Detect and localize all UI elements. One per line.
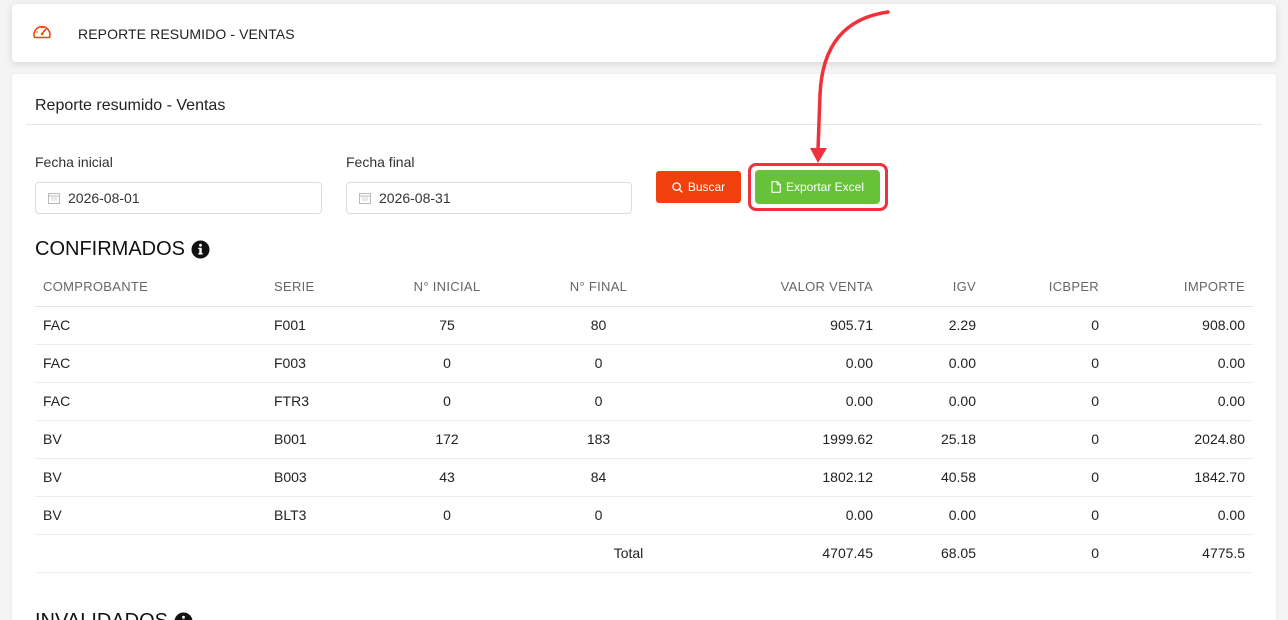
search-button-label: Buscar	[687, 180, 726, 194]
info-icon[interactable]	[174, 612, 193, 620]
start-date-input[interactable]: 2026-08-01	[35, 182, 322, 214]
table-cell: BV	[35, 420, 266, 459]
table-cell: 0	[984, 382, 1107, 421]
info-icon[interactable]	[191, 240, 210, 259]
end-date-value: 2026-08-31	[379, 190, 451, 206]
calendar-icon	[48, 193, 60, 204]
table-cell: 80	[510, 306, 687, 345]
table-cell: 0.00	[881, 496, 984, 535]
start-date-value: 2026-08-01	[68, 190, 140, 206]
table-row: FAC F001 75 80 905.71 2.29 0 908.00	[35, 306, 1253, 345]
table-cell: 43	[384, 458, 510, 497]
table-cell: BLT3	[266, 496, 384, 535]
invalidated-section-title: INVALIDADOS	[35, 610, 193, 620]
table-cell: BV	[35, 458, 266, 497]
confirmed-section-title: CONFIRMADOS	[35, 238, 210, 261]
table-cell: 0.00	[881, 382, 984, 421]
end-date-label: Fecha final	[346, 154, 415, 170]
column-header: VALOR VENTA	[687, 268, 881, 307]
total-valor-venta: 4707.45	[687, 534, 881, 573]
table-row: BV B003 43 84 1802.12 40.58 0 1842.70	[35, 458, 1253, 497]
table-cell: FAC	[35, 382, 266, 421]
table-cell: 183	[510, 420, 687, 459]
column-header: COMPROBANTE	[35, 268, 266, 307]
table-cell: FTR3	[266, 382, 384, 421]
table-header-row: COMPROBANTE SERIE N° INICIAL N° FINAL VA…	[35, 268, 1253, 307]
start-date-label: Fecha inicial	[35, 154, 113, 170]
table-cell: 0	[510, 496, 687, 535]
card-title: Reporte resumido - Ventas	[35, 97, 226, 114]
search-icon	[672, 181, 683, 193]
report-card: Reporte resumido - Ventas Fecha inicial …	[12, 74, 1276, 620]
table-cell: 1802.12	[687, 458, 881, 497]
total-label: Total	[510, 534, 687, 573]
export-excel-label: Exportar Excel	[785, 180, 865, 194]
table-cell: 172	[384, 420, 510, 459]
dashboard-gauge-icon	[33, 25, 51, 39]
table-cell: 0	[510, 382, 687, 421]
table-cell: 2024.80	[1107, 420, 1253, 459]
table-row: FAC FTR3 0 0 0.00 0.00 0 0.00	[35, 382, 1253, 421]
page-header: REPORTE RESUMIDO - VENTAS	[12, 4, 1276, 62]
table-cell: 0	[984, 420, 1107, 459]
table-cell: FAC	[35, 306, 266, 345]
table-row: BV BLT3 0 0 0.00 0.00 0 0.00	[35, 496, 1253, 535]
card-divider	[26, 124, 1262, 125]
page-header-title: REPORTE RESUMIDO - VENTAS	[78, 26, 295, 42]
column-header: IMPORTE	[1107, 268, 1253, 307]
total-importe: 4775.5	[1107, 534, 1253, 573]
table-cell: 0.00	[1107, 344, 1253, 383]
table-cell: 0.00	[1107, 382, 1253, 421]
table-cell: 40.58	[881, 458, 984, 497]
total-igv: 68.05	[881, 534, 984, 573]
column-header: SERIE	[266, 268, 384, 307]
export-excel-button[interactable]: Exportar Excel	[755, 170, 880, 204]
confirmed-title-text: CONFIRMADOS	[35, 238, 185, 260]
table-cell: 0.00	[687, 344, 881, 383]
document-icon	[771, 181, 781, 193]
table-cell: 1842.70	[1107, 458, 1253, 497]
end-date-input[interactable]: 2026-08-31	[346, 182, 632, 214]
table-cell: B001	[266, 420, 384, 459]
column-header: IGV	[881, 268, 984, 307]
total-row: Total 4707.45 68.05 0 4775.5	[35, 534, 1253, 573]
table-cell: 25.18	[881, 420, 984, 459]
search-button[interactable]: Buscar	[656, 171, 741, 203]
table-cell: 2.29	[881, 306, 984, 345]
table-cell: BV	[35, 496, 266, 535]
table-cell: 0.00	[881, 344, 984, 383]
confirmed-table: COMPROBANTE SERIE N° INICIAL N° FINAL VA…	[35, 268, 1253, 573]
column-header: N° INICIAL	[384, 268, 510, 307]
total-icbper: 0	[984, 534, 1107, 573]
table-cell: 0	[384, 382, 510, 421]
table-cell: 0	[984, 306, 1107, 345]
confirmed-table-body: FAC F001 75 80 905.71 2.29 0 908.00 FAC F003 0 0 0.0…	[35, 306, 1253, 535]
calendar-icon	[359, 193, 371, 204]
table-cell: FAC	[35, 344, 266, 383]
table-cell: B003	[266, 458, 384, 497]
table-cell: 0.00	[687, 496, 881, 535]
table-cell: 0	[984, 458, 1107, 497]
table-cell: 0	[984, 496, 1107, 535]
table-cell: 84	[510, 458, 687, 497]
column-header: ICBPER	[984, 268, 1107, 307]
table-cell: 1999.62	[687, 420, 881, 459]
invalidated-title-text: INVALIDADOS	[35, 610, 168, 620]
table-row: FAC F003 0 0 0.00 0.00 0 0.00	[35, 344, 1253, 383]
table-cell: 0	[510, 344, 687, 383]
table-cell: F003	[266, 344, 384, 383]
table-cell: 905.71	[687, 306, 881, 345]
column-header: N° FINAL	[510, 268, 687, 307]
table-cell: 0	[384, 496, 510, 535]
table-cell: 0	[384, 344, 510, 383]
table-row: BV B001 172 183 1999.62 25.18 0 2024.80	[35, 420, 1253, 459]
table-cell: F001	[266, 306, 384, 345]
table-cell: 75	[384, 306, 510, 345]
table-cell: 908.00	[1107, 306, 1253, 345]
table-cell: 0	[984, 344, 1107, 383]
table-cell: 0.00	[1107, 496, 1253, 535]
table-cell: 0.00	[687, 382, 881, 421]
